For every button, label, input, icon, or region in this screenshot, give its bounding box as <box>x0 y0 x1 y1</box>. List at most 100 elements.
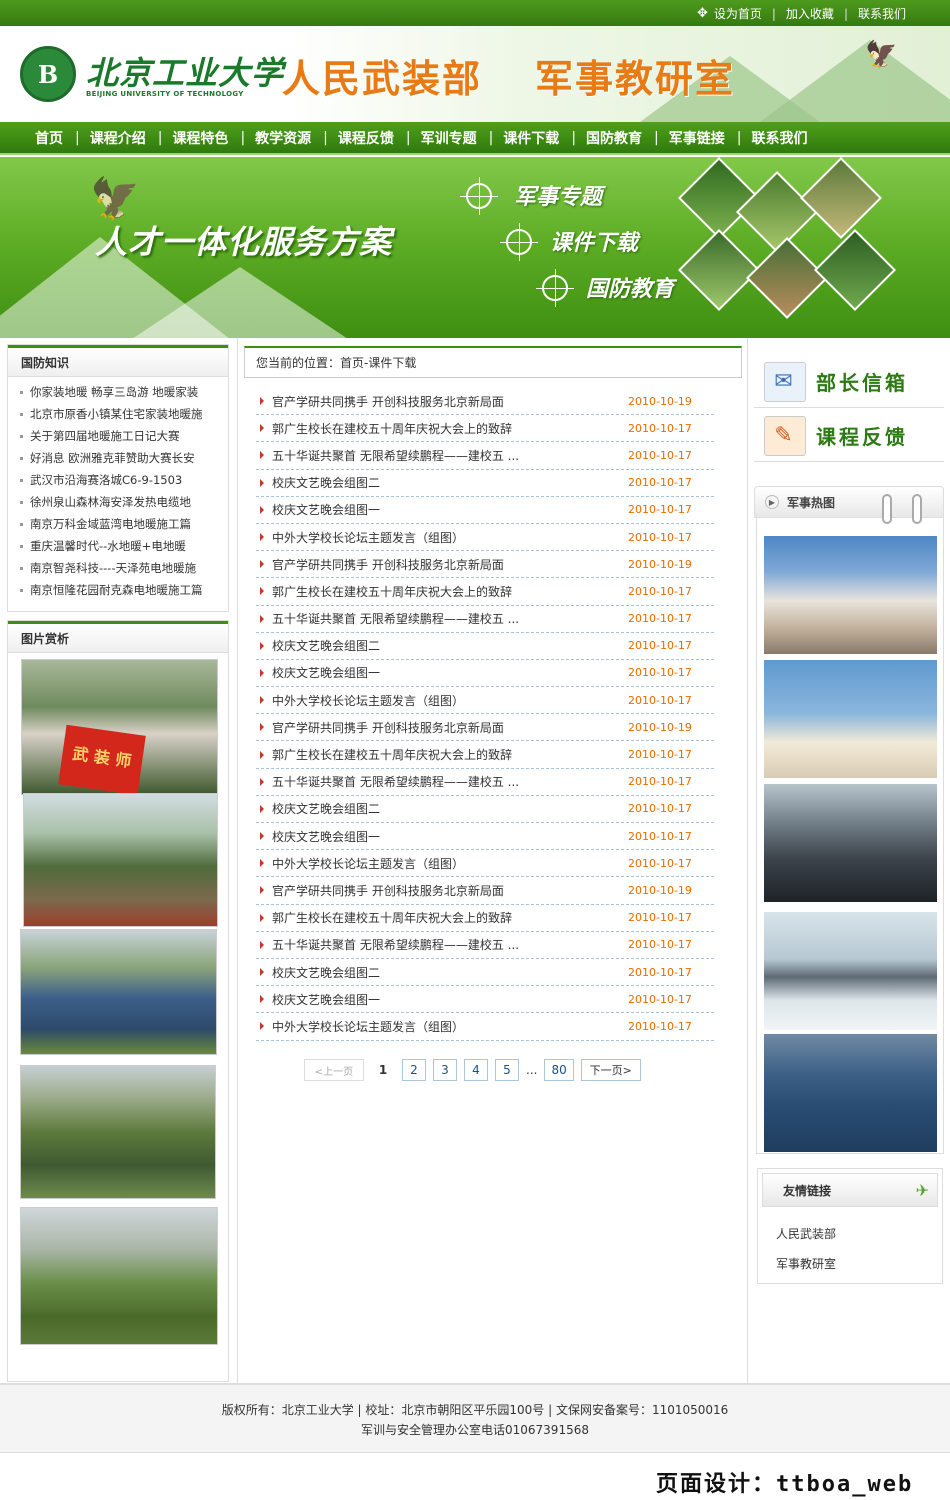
knowledge-item[interactable]: 武汉市沿海赛洛城C6-9-1503 <box>20 469 228 491</box>
knowledge-item[interactable]: 重庆温馨时代--水地暖+电地暖 <box>20 535 228 557</box>
nav-item[interactable]: 课程介绍 | <box>90 128 173 148</box>
bullet-triangle-icon <box>260 560 264 569</box>
knowledge-item[interactable]: 南京智尧科技----天泽苑电地暖施 <box>20 557 228 579</box>
rocket-launch-photo[interactable] <box>764 660 937 778</box>
article-row[interactable]: 五十华诞共聚首 无限希望续鹏程——建校五 ... 2010-10-17 <box>256 606 714 633</box>
article-row[interactable]: 中外大学校长论坛主题发言（组图） 2010-10-17 <box>256 850 714 878</box>
article-row[interactable]: 中外大学校长论坛主题发言（组图） 2010-10-17 <box>256 1013 714 1041</box>
knowledge-item[interactable]: 你家装地暖 畅享三岛游 地暖家装 <box>20 381 228 403</box>
nav-item[interactable]: 联系我们 <box>751 128 807 148</box>
article-title[interactable]: 官产学研共同携手 开创科技服务北京新局面 <box>272 393 628 410</box>
article-title[interactable]: 中外大学校长论坛主题发言（组图） <box>272 692 628 709</box>
article-title[interactable]: 官产学研共同携手 开创科技服务北京新局面 <box>272 882 628 899</box>
banner-item-courseware[interactable]: 课件下载 <box>550 225 638 257</box>
defense-knowledge-title: 国防知识 <box>8 345 228 377</box>
article-row[interactable]: 中外大学校长论坛主题发言（组图） 2010-10-17 <box>256 524 714 552</box>
knowledge-item[interactable]: 南京万科金域蓝湾电地暖施工篇 <box>20 513 228 535</box>
article-row[interactable]: 官产学研共同携手 开创科技服务北京新局面 2010-10-19 <box>256 714 714 742</box>
gallery-photo[interactable] <box>20 929 217 1055</box>
article-title[interactable]: 校庆文艺晚会组图二 <box>272 637 628 654</box>
page-2-button[interactable]: 2 <box>402 1059 426 1081</box>
nav-item[interactable]: 课程反馈 | <box>338 128 421 148</box>
article-title[interactable]: 校庆文艺晚会组图二 <box>272 964 628 981</box>
article-title[interactable]: 郭广生校长在建校五十周年庆祝大会上的致辞 <box>272 583 628 600</box>
page-4-button[interactable]: 4 <box>464 1059 488 1081</box>
add-favorite-link[interactable]: 加入收藏 <box>786 5 834 22</box>
article-title[interactable]: 五十华诞共聚首 无限希望续鹏程——建校五 ... <box>272 610 628 627</box>
friend-link-military-research[interactable]: 军事教研室 <box>776 1249 942 1279</box>
article-row[interactable]: 校庆文艺晚会组图一 2010-10-17 <box>256 823 714 851</box>
nav-item[interactable]: 教学资源 | <box>255 128 338 148</box>
fighter-jet-photo[interactable] <box>764 912 937 1030</box>
banner-item-military-topics[interactable]: 军事专题 <box>514 179 602 211</box>
article-row[interactable]: 郭广生校长在建校五十周年庆祝大会上的致辞 2010-10-17 <box>256 578 714 606</box>
article-title[interactable]: 五十华诞共聚首 无限希望续鹏程——建校五 ... <box>272 936 628 953</box>
knowledge-item[interactable]: 北京市原香小镇某住宅家装地暖施 <box>20 403 228 425</box>
article-row[interactable]: 官产学研共同携手 开创科技服务北京新局面 2010-10-19 <box>256 388 714 416</box>
article-row[interactable]: 校庆文艺晚会组图二 2010-10-17 <box>256 470 714 497</box>
article-title[interactable]: 中外大学校长论坛主题发言（组图） <box>272 529 628 546</box>
aircraft-carrier-photo[interactable] <box>764 1034 937 1152</box>
friend-link-armed-forces[interactable]: 人民武装部 <box>776 1219 942 1249</box>
gallery-photo[interactable] <box>20 1207 218 1345</box>
article-row[interactable]: 校庆文艺晚会组图一 2010-10-17 <box>256 497 714 524</box>
feedback-button[interactable]: ✎ 课程反馈 <box>754 410 944 462</box>
article-title[interactable]: 校庆文艺晚会组图一 <box>272 991 628 1008</box>
article-row[interactable]: 郭广生校长在建校五十周年庆祝大会上的致辞 2010-10-17 <box>256 905 714 932</box>
last-page-button[interactable]: 80 <box>544 1059 574 1081</box>
article-row[interactable]: 校庆文艺晚会组图一 2010-10-17 <box>256 660 714 688</box>
prev-page-button[interactable]: <上一页 <box>304 1059 364 1081</box>
article-row[interactable]: 校庆文艺晚会组图二 2010-10-17 <box>256 633 714 660</box>
article-date: 2010-10-17 <box>628 421 692 435</box>
knowledge-item[interactable]: 关于第四届地暖施工日记大赛 <box>20 425 228 447</box>
banner-item-defense-education[interactable]: 国防教育 <box>586 271 674 303</box>
article-row[interactable]: 官产学研共同携手 开创科技服务北京新局面 2010-10-19 <box>256 551 714 579</box>
article-title[interactable]: 校庆文艺晚会组图一 <box>272 501 628 518</box>
nav-item[interactable]: 首页 | <box>35 128 90 148</box>
article-title[interactable]: 郭广生校长在建校五十周年庆祝大会上的致辞 <box>272 746 628 763</box>
gallery-photo[interactable]: 武 装 师 <box>21 659 218 795</box>
nav-item[interactable]: 国防教育 | <box>586 128 669 148</box>
article-title[interactable]: 五十华诞共聚首 无限希望续鹏程——建校五 ... <box>272 447 628 464</box>
article-title[interactable]: 郭广生校长在建校五十周年庆祝大会上的致辞 <box>272 909 628 926</box>
article-row[interactable]: 五十华诞共聚首 无限希望续鹏程——建校五 ... 2010-10-17 <box>256 769 714 796</box>
article-row[interactable]: 郭广生校长在建校五十周年庆祝大会上的致辞 2010-10-17 <box>256 741 714 769</box>
page-3-button[interactable]: 3 <box>433 1059 457 1081</box>
nav-item[interactable]: 军事链接 | <box>669 128 752 148</box>
article-title[interactable]: 中外大学校长论坛主题发言（组图） <box>272 1018 628 1035</box>
next-page-button[interactable]: 下一页> <box>580 1059 641 1081</box>
article-title[interactable]: 校庆文艺晚会组图二 <box>272 800 628 817</box>
knowledge-item[interactable]: 南京恒隆花园耐克森电地暖施工篇 <box>20 579 228 601</box>
article-row[interactable]: 校庆文艺晚会组图二 2010-10-17 <box>256 959 714 987</box>
soldiers-photo[interactable] <box>764 784 937 902</box>
nav-item[interactable]: 课件下载 | <box>503 128 586 148</box>
article-title[interactable]: 中外大学校长论坛主题发言（组图） <box>272 855 628 872</box>
knowledge-item[interactable]: 徐州泉山森林海安泽发热电缆地 <box>20 491 228 513</box>
nav-item[interactable]: 课程特色 | <box>172 128 255 148</box>
article-title[interactable]: 郭广生校长在建校五十周年庆祝大会上的致辞 <box>272 420 628 437</box>
set-home-link[interactable]: 设为首页 <box>714 5 762 22</box>
article-row[interactable]: 中外大学校长论坛主题发言（组图） 2010-10-17 <box>256 687 714 715</box>
article-row[interactable]: 校庆文艺晚会组图一 2010-10-17 <box>256 986 714 1014</box>
gallery-photo[interactable] <box>20 1065 216 1199</box>
university-logo[interactable]: B <box>20 46 76 102</box>
article-row[interactable]: 五十华诞共聚首 无限希望续鹏程——建校五 ... 2010-10-17 <box>256 442 714 470</box>
article-title[interactable]: 官产学研共同携手 开创科技服务北京新局面 <box>272 719 628 736</box>
article-title[interactable]: 校庆文艺晚会组图一 <box>272 828 628 845</box>
article-row[interactable]: 五十华诞共聚首 无限希望续鹏程——建校五 ... 2010-10-17 <box>256 932 714 959</box>
article-row[interactable]: 郭广生校长在建校五十周年庆祝大会上的致辞 2010-10-17 <box>256 415 714 443</box>
page-5-button[interactable]: 5 <box>495 1059 519 1081</box>
article-title[interactable]: 校庆文艺晚会组图二 <box>272 474 628 491</box>
separator: | <box>843 6 848 21</box>
gallery-photo[interactable] <box>23 793 218 927</box>
contact-link[interactable]: 联系我们 <box>858 5 906 22</box>
article-title[interactable]: 校庆文艺晚会组图一 <box>272 664 628 681</box>
article-title[interactable]: 官产学研共同携手 开创科技服务北京新局面 <box>272 556 628 573</box>
article-row[interactable]: 官产学研共同携手 开创科技服务北京新局面 2010-10-19 <box>256 877 714 905</box>
mailbox-button[interactable]: ✉ 部长信箱 <box>754 356 944 408</box>
article-title[interactable]: 五十华诞共聚首 无限希望续鹏程——建校五 ... <box>272 773 628 790</box>
shuttle-launch-photo[interactable] <box>764 536 937 654</box>
article-row[interactable]: 校庆文艺晚会组图二 2010-10-17 <box>256 796 714 823</box>
nav-item[interactable]: 军训专题 | <box>421 128 504 148</box>
knowledge-item[interactable]: 好消息 欧洲雅克菲赞助大赛长安 <box>20 447 228 469</box>
